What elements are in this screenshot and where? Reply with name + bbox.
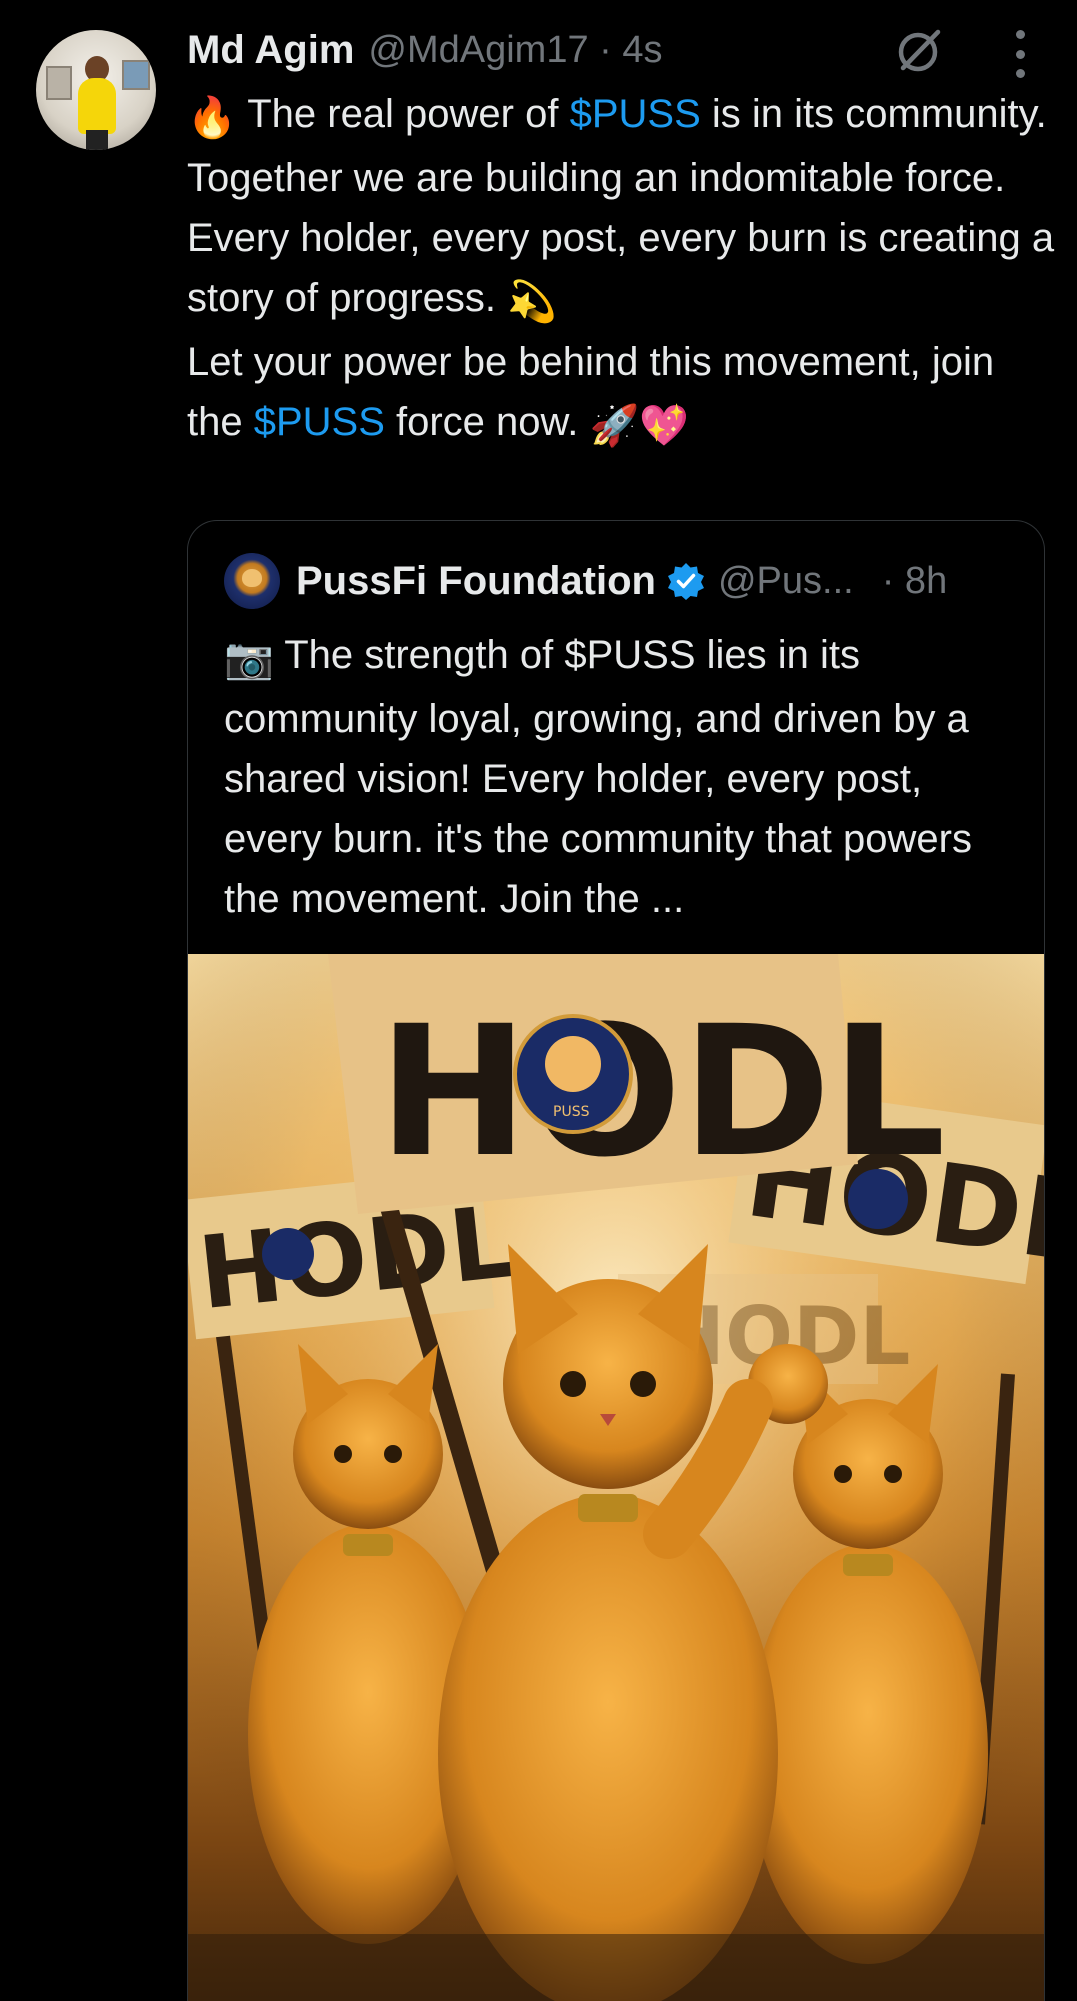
quoted-tweet-text-body: The strength of $PUSS lies in its commun…	[224, 633, 972, 921]
cashtag-link[interactable]: $PUSS	[570, 92, 701, 136]
cashtag-link[interactable]: $PUSS	[254, 400, 385, 444]
avatar-person-legs	[86, 130, 108, 150]
more-vertical-icon[interactable]	[1000, 30, 1040, 78]
camera-emoji-icon: 📷	[224, 637, 274, 681]
tweet-header: Md Agim @MdAgim17 · 4s	[187, 22, 663, 78]
author-handle[interactable]: @MdAgim17 · 4s	[368, 29, 662, 72]
quoted-author-handle: @Pus...	[717, 559, 854, 602]
quoted-author-avatar	[224, 553, 280, 609]
tweet-text-part: force now.	[384, 400, 590, 444]
quoted-tweet-image[interactable]: HODL HODL HODL HODL	[188, 954, 1044, 2001]
separator: ·	[599, 28, 612, 71]
rocket-heart-emoji-icon: 🚀💖	[589, 404, 690, 448]
avatar-bg-frame	[122, 60, 150, 90]
author-handle-text: @MdAgim17	[368, 28, 589, 71]
dizzy-emoji-icon: 💫	[507, 280, 557, 324]
author-name[interactable]: Md Agim	[187, 28, 354, 73]
quoted-tweet-header: PussFi Foundation @Pus... · 8h	[224, 551, 947, 611]
quoted-author-name: PussFi Foundation	[296, 558, 656, 603]
author-avatar[interactable]	[36, 30, 156, 150]
tweet-text-part: The real power of	[236, 92, 570, 136]
quoted-tweet-time: · 8h	[881, 559, 948, 602]
verified-badge-icon	[667, 563, 704, 600]
grok-icon[interactable]	[894, 24, 946, 76]
cats-hodl-illustration: HODL HODL HODL HODL	[188, 954, 1044, 2001]
main-sign-text: HODL	[378, 988, 946, 1197]
logo-caption: PUSS	[553, 1104, 590, 1120]
avatar-person-body	[78, 78, 116, 134]
fire-emoji-icon: 🔥	[187, 96, 237, 140]
avatar-bg-frame	[46, 66, 72, 100]
tweet-time[interactable]: 4s	[622, 29, 662, 71]
tweet-text: 🔥 The real power of $PUSS is in its comm…	[187, 84, 1057, 456]
quoted-tweet-text: 📷 The strength of $PUSS lies in its comm…	[224, 625, 1024, 929]
quoted-tweet[interactable]: PussFi Foundation @Pus... · 8h 📷 The str…	[187, 520, 1045, 2001]
